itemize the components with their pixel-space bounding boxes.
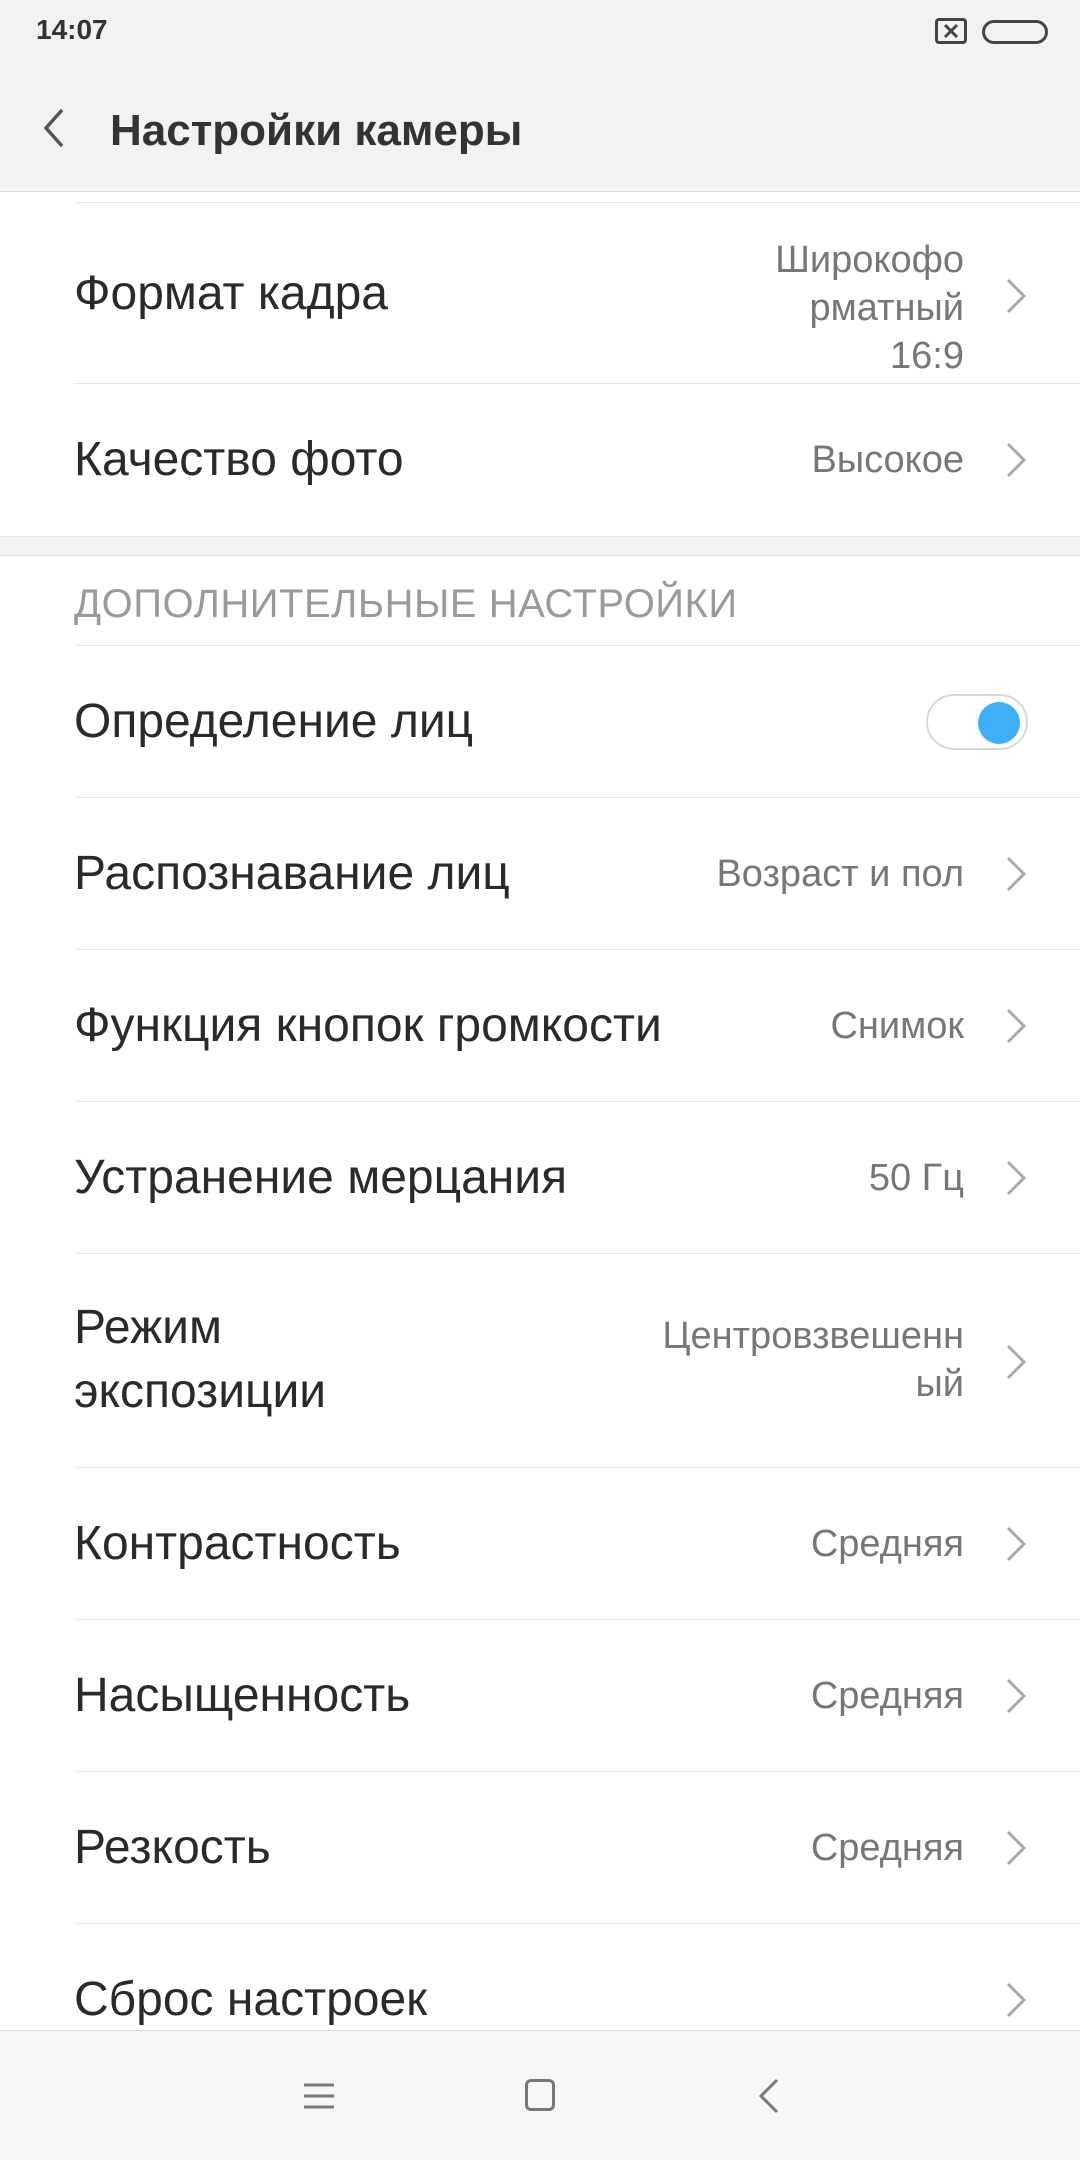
setting-saturation[interactable]: Насыщенность Средняя <box>0 1620 1080 1772</box>
chevron-right-icon <box>1004 1158 1030 1198</box>
chevron-right-icon <box>1004 1342 1030 1382</box>
setting-anti-flicker[interactable]: Устранение мерцания 50 Гц <box>0 1102 1080 1254</box>
setting-label: Сброс настроек <box>74 1973 428 2026</box>
chevron-right-icon <box>1004 1676 1030 1716</box>
setting-photo-quality[interactable]: Качество фото Высокое <box>0 384 1080 536</box>
setting-value: Средняя <box>810 1827 964 1869</box>
setting-reset[interactable]: Сброс настроек <box>0 1924 1080 2030</box>
setting-volume-buttons[interactable]: Функция кнопок громкости Снимок <box>0 950 1080 1102</box>
setting-contrast[interactable]: Контрастность Средняя <box>0 1468 1080 1620</box>
setting-value: Широкофо рматный 16:9 <box>775 239 964 377</box>
section-title: ДОПОЛНИТЕЛЬНЫЕ НАСТРОЙКИ <box>74 582 738 626</box>
setting-value: Средняя <box>810 1675 964 1717</box>
setting-label: Определение лиц <box>74 695 474 748</box>
setting-value: Высокое <box>811 439 964 481</box>
back-icon[interactable] <box>757 2077 781 2115</box>
no-sim-icon <box>935 18 967 44</box>
setting-label: Насыщенность <box>74 1669 411 1722</box>
setting-label: Устранение мерцания <box>74 1151 568 1204</box>
page-title: Настройки камеры <box>110 106 523 155</box>
setting-label: Распознавание лиц <box>74 847 510 900</box>
app-header: Настройки камеры <box>0 64 1080 192</box>
setting-sharpness[interactable]: Резкость Средняя <box>0 1772 1080 1924</box>
setting-value: Возраст и пол <box>716 853 964 895</box>
divider <box>74 202 1080 203</box>
chevron-right-icon <box>1004 1980 1030 2020</box>
chevron-right-icon <box>1004 854 1030 894</box>
setting-face-detection[interactable]: Определение лиц <box>0 646 1080 798</box>
chevron-right-icon <box>1004 1006 1030 1046</box>
battery-icon <box>982 20 1048 44</box>
setting-value: Снимок <box>830 1005 964 1047</box>
setting-label: Режим экспозиции <box>74 1301 327 1418</box>
setting-frame-format[interactable]: Формат кадра Широкофо рматный 16:9 <box>0 204 1080 384</box>
menu-icon[interactable] <box>302 2081 336 2111</box>
setting-value: 50 Гц <box>868 1157 964 1199</box>
home-icon[interactable] <box>525 2079 555 2111</box>
setting-exposure-mode[interactable]: Режим экспозиции Центровзвешенн ый <box>0 1254 1080 1468</box>
section-header-row: ДОПОЛНИТЕЛЬНЫЕ НАСТРОЙКИ <box>0 556 1080 646</box>
setting-value: Центровзвешенн ый <box>662 1315 964 1405</box>
section-gap <box>0 536 1080 556</box>
chevron-right-icon <box>1004 1524 1030 1564</box>
setting-value: Средняя <box>810 1523 964 1565</box>
setting-label: Функция кнопок громкости <box>74 999 662 1052</box>
setting-label: Резкость <box>74 1821 271 1874</box>
setting-face-recognition[interactable]: Распознавание лиц Возраст и пол <box>0 798 1080 950</box>
status-time: 14:07 <box>36 14 108 45</box>
back-arrow-icon[interactable] <box>36 104 80 152</box>
navigation-bar <box>0 2030 1080 2160</box>
face-detection-toggle[interactable] <box>926 694 1028 750</box>
setting-label: Контрастность <box>74 1517 401 1570</box>
settings-list[interactable]: Формат кадра Широкофо рматный 16:9 Качес… <box>0 192 1080 2030</box>
status-bar: 14:07 <box>0 0 1080 64</box>
setting-label: Формат кадра <box>74 267 388 320</box>
chevron-right-icon <box>1004 276 1030 316</box>
chevron-right-icon <box>1004 1828 1030 1868</box>
setting-label: Качество фото <box>74 433 404 486</box>
chevron-right-icon <box>1004 440 1030 480</box>
